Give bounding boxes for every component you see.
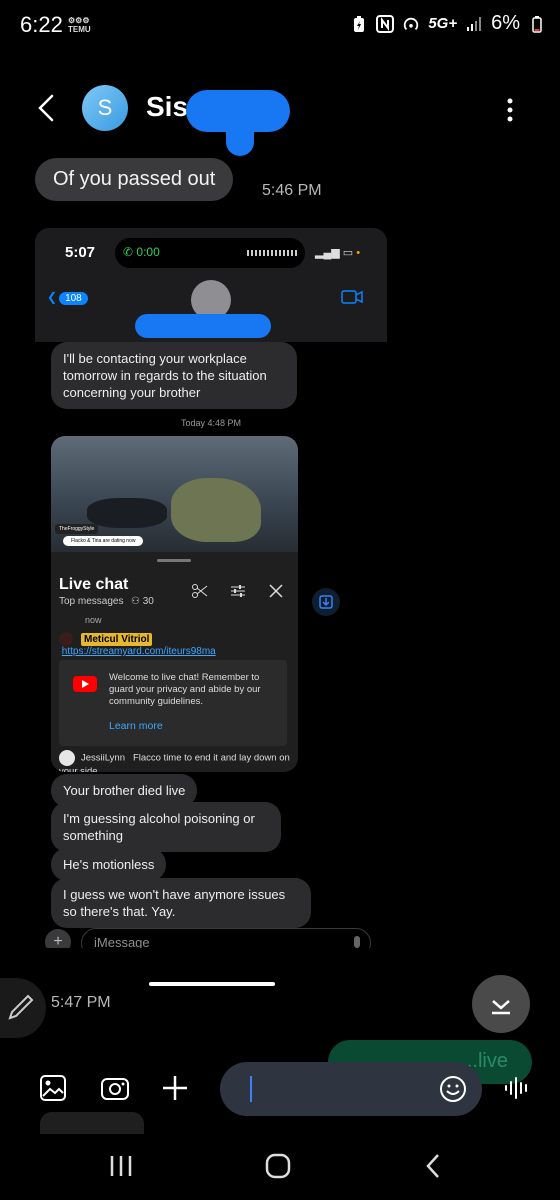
chat-link-1: https://streamyard.com/iteurs98ma bbox=[61, 646, 216, 657]
more-options-button[interactable] bbox=[500, 96, 520, 124]
welcome-text: Welcome to live chat! Remember to guard … bbox=[109, 672, 261, 707]
text-cursor bbox=[250, 1076, 252, 1102]
stream-video: TheFroggyStyle Flacko & Tina are dating … bbox=[51, 436, 298, 552]
live-chat-title: Live chat bbox=[59, 576, 129, 593]
emoji-button[interactable] bbox=[438, 1074, 468, 1104]
chat-message-1: Meticul Vitriol https://streamyard.com/i… bbox=[59, 632, 289, 657]
ios-input-bar: + iMessage bbox=[45, 928, 371, 948]
ios-bubble: He's motionless bbox=[51, 848, 167, 881]
navigation-bar bbox=[0, 1140, 560, 1200]
hotspot-icon bbox=[402, 15, 420, 33]
viewer-count: ⚇ 30 bbox=[131, 596, 154, 607]
voice-icon bbox=[505, 1077, 527, 1099]
ios-bubble: I'm guessing alcohol poisoning or someth… bbox=[51, 802, 281, 852]
video-call-icon bbox=[341, 290, 363, 304]
ios-placeholder: iMessage bbox=[94, 935, 150, 948]
message-input[interactable] bbox=[220, 1062, 482, 1116]
drag-handle bbox=[157, 559, 191, 562]
gallery-icon bbox=[40, 1075, 66, 1101]
scroll-down-icon bbox=[492, 1000, 510, 1015]
edit-button[interactable] bbox=[0, 978, 46, 1038]
today-label: Today 4:48 PM bbox=[180, 418, 242, 428]
status-time: 6:22 bbox=[20, 12, 63, 37]
message-timestamp: 5:46 PM bbox=[262, 182, 322, 199]
notification-icons: ⚙⚙⚙ TEMU bbox=[68, 16, 91, 34]
ios-status-icons: ▂▄▆ ▭ • bbox=[315, 247, 361, 259]
recents-button[interactable] bbox=[106, 1154, 136, 1178]
battery-percent: 6% bbox=[491, 12, 520, 34]
camera-button[interactable] bbox=[98, 1071, 132, 1105]
incoming-message[interactable]: Of you passed out bbox=[35, 158, 234, 201]
chat-user-1: Meticul Vitriol bbox=[81, 632, 153, 646]
status-right: 5G+ 6% bbox=[350, 12, 546, 35]
live-chat-card: TheFroggyStyle Flacko & Tina are dating … bbox=[51, 436, 298, 772]
contact-name[interactable]: Sis bbox=[146, 91, 188, 123]
filter-icon bbox=[229, 582, 247, 600]
phone-icon: ✆ bbox=[123, 245, 137, 259]
call-indicator: ✆ 0:00 bbox=[123, 245, 160, 259]
screenshot-attachment[interactable]: 5:07 ✆ 0:00 ▂▄▆ ▭ • ❮ 108 I'll be contact… bbox=[35, 228, 387, 948]
chat-message-2: JessiiLynn Flacco time to end it and lay… bbox=[59, 750, 291, 772]
welcome-box: Welcome to live chat! Remember to guard … bbox=[59, 660, 287, 746]
ios-back-button: ❮ 108 bbox=[47, 290, 88, 305]
mic-icon bbox=[354, 936, 360, 948]
ios-bubble: I guess we won't have anymore issues so … bbox=[51, 878, 311, 928]
plus-icon: + bbox=[45, 929, 71, 948]
notif-line-2: TEMU bbox=[68, 25, 91, 34]
recents-nav-icon bbox=[110, 1156, 132, 1176]
user-avatar-2 bbox=[59, 750, 75, 766]
home-button[interactable] bbox=[263, 1152, 293, 1180]
scissors-icon bbox=[191, 582, 209, 600]
signal-icon bbox=[465, 15, 483, 33]
back-button[interactable] bbox=[34, 92, 62, 124]
more-vertical-icon bbox=[507, 98, 513, 122]
battery-saver-icon bbox=[350, 15, 368, 33]
status-bar: 6:22 ⚙⚙⚙ TEMU 5G+ 6% bbox=[0, 0, 560, 50]
home-indicator bbox=[149, 982, 275, 986]
redaction-mark-3 bbox=[135, 314, 271, 338]
add-button[interactable] bbox=[158, 1071, 192, 1105]
ios-header: 5:07 ✆ 0:00 ▂▄▆ ▭ • ❮ 108 bbox=[35, 228, 387, 342]
ios-bubble: I'll be contacting your workplace tomorr… bbox=[51, 342, 297, 409]
voice-button[interactable] bbox=[500, 1071, 534, 1105]
call-duration: 0:00 bbox=[136, 245, 160, 259]
video-figure bbox=[87, 498, 167, 528]
download-button bbox=[312, 588, 340, 616]
play-icon bbox=[82, 680, 89, 688]
contact-avatar[interactable]: S bbox=[82, 85, 128, 131]
nav-back-button[interactable] bbox=[420, 1152, 450, 1180]
waveform bbox=[247, 250, 297, 256]
gallery-button[interactable] bbox=[36, 1071, 70, 1105]
ios-time: 5:07 bbox=[65, 244, 96, 261]
notif-line-1: ⚙⚙⚙ bbox=[68, 16, 90, 25]
back-arrow-icon bbox=[38, 94, 54, 122]
network-type: 5G+ bbox=[428, 15, 458, 32]
person-icon: ⚇ bbox=[131, 596, 143, 607]
battery-icon bbox=[528, 15, 546, 33]
video-object bbox=[171, 478, 261, 542]
nfc-icon bbox=[376, 14, 395, 33]
redaction-mark-2 bbox=[226, 112, 254, 156]
user-avatar-1 bbox=[59, 632, 73, 646]
plus-icon bbox=[163, 1076, 187, 1100]
message-timestamp: 5:47 PM bbox=[51, 994, 111, 1011]
stream-caption: Flacko & Tina are dating now bbox=[63, 536, 144, 546]
streamer-name: TheFroggyStyle bbox=[55, 524, 99, 534]
close-icon bbox=[267, 582, 285, 600]
edit-pencil-icon bbox=[8, 994, 34, 1020]
scroll-down-button[interactable] bbox=[472, 975, 530, 1033]
home-nav-icon bbox=[265, 1153, 291, 1179]
ios-back-count: 108 bbox=[59, 292, 88, 305]
camera-icon bbox=[101, 1078, 129, 1100]
partial-bubble bbox=[40, 1112, 144, 1134]
chat-now: now bbox=[85, 615, 102, 625]
viewer-number: 30 bbox=[142, 596, 154, 607]
back-nav-icon bbox=[426, 1154, 439, 1178]
emoji-icon bbox=[440, 1076, 466, 1102]
live-chat-subtitle: Top messages bbox=[59, 596, 124, 607]
ios-message-field: iMessage bbox=[81, 928, 371, 948]
learn-more-link: Learn more bbox=[109, 720, 163, 732]
download-icon bbox=[319, 595, 333, 609]
chat-user-2: JessiiLynn bbox=[81, 752, 126, 764]
